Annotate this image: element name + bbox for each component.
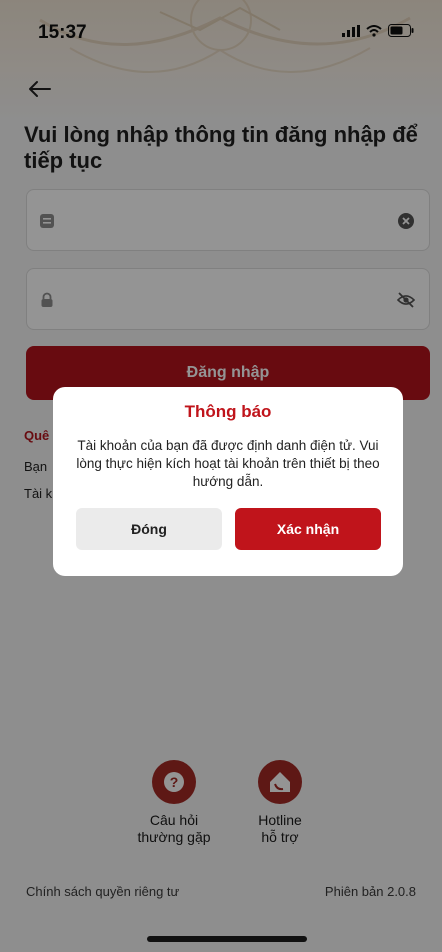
login-screen: 15:37 Vui lòng nhập thông tin đăng nhập … [0, 0, 442, 952]
confirm-button[interactable]: Xác nhận [235, 508, 381, 550]
close-button[interactable]: Đóng [76, 508, 222, 550]
dialog-message: Tài khoản của bạn đã được định danh điện… [76, 438, 380, 489]
home-indicator[interactable] [147, 936, 307, 942]
notification-dialog: Thông báo Tài khoản của bạn đã được định… [53, 387, 403, 576]
dialog-title: Thông báo [184, 402, 272, 421]
